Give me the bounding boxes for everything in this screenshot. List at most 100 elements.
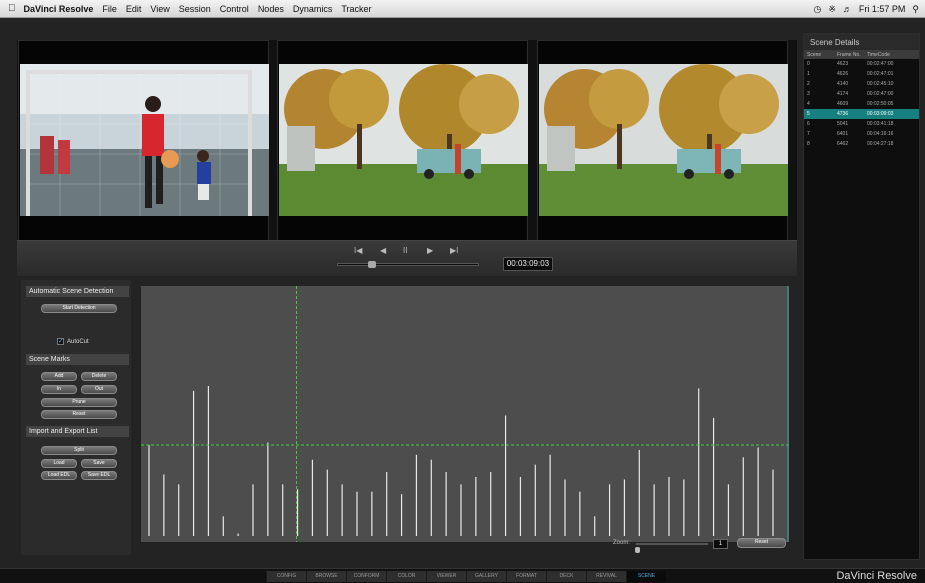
pause-button[interactable]: II	[403, 246, 407, 255]
menu-session[interactable]: Session	[179, 4, 211, 14]
tab-format[interactable]: FORMAT	[506, 571, 546, 582]
zoom-reset-button[interactable]: Reset	[737, 538, 786, 548]
frame-number: 6401	[837, 131, 849, 137]
scene-timecode: 00:04:16:16	[867, 131, 894, 137]
frame-number: 4736	[837, 111, 849, 117]
tab-browse[interactable]: BROWSE	[306, 571, 346, 582]
scene-detection-graph[interactable]	[141, 286, 789, 542]
scene-timecode: 00:03:41:18	[867, 121, 894, 127]
scene-row[interactable]: 3 4174 00:02:47:00	[804, 89, 919, 99]
viewer-previous[interactable]	[18, 40, 269, 248]
menu-view[interactable]: View	[150, 4, 169, 14]
menu-clock[interactable]: Fri 1:57 PM	[859, 4, 906, 14]
viewer-current[interactable]	[277, 40, 528, 248]
viewer-next[interactable]	[537, 40, 788, 248]
app-window: I◀ ◀ II ▶ ▶I 00:03:09:03 Scene Details S…	[0, 18, 925, 583]
scene-row[interactable]: 8 6462 00:04:27:18	[804, 139, 919, 149]
save-button[interactable]: Save	[81, 459, 117, 468]
reset-marks-button[interactable]: Reset	[41, 410, 117, 419]
bluetooth-icon[interactable]: ※	[828, 4, 836, 15]
scrubber-handle[interactable]	[368, 261, 376, 268]
zoom-slider[interactable]	[635, 543, 708, 553]
scene-row[interactable]: 0 4623 00:02:47:00	[804, 59, 919, 69]
playhead-scrubber[interactable]	[337, 261, 479, 268]
prune-button[interactable]: Prune	[41, 398, 117, 407]
brand-logo: DaVinci Resolve	[836, 570, 917, 582]
checkbox-check-icon[interactable]: ✓	[57, 338, 64, 345]
frame-number: 4609	[837, 101, 849, 107]
frame-number: 4174	[837, 91, 849, 97]
frame-truck-graded-image	[539, 64, 788, 216]
scene-number: 8	[807, 141, 810, 147]
save-edl-button[interactable]: Save EDL	[81, 471, 117, 480]
scene-timecode: 00:02:47:01	[867, 71, 894, 77]
frame-number: 4140	[837, 81, 849, 87]
tab-viewer[interactable]: VIEWER	[426, 571, 466, 582]
spotlight-search-icon[interactable]: ⚲	[912, 4, 919, 15]
menu-nodes[interactable]: Nodes	[258, 4, 284, 14]
viewer-strip	[17, 40, 797, 248]
col-frame[interactable]: Frame No.	[837, 52, 867, 58]
tab-config[interactable]: CONFIG	[266, 571, 306, 582]
delete-mark-button[interactable]: Delete	[81, 372, 117, 381]
go-to-start-button[interactable]: I◀	[354, 246, 362, 255]
tab-deck[interactable]: DECK	[546, 571, 586, 582]
menu-control[interactable]: Control	[220, 4, 249, 14]
frame-number: 4623	[837, 61, 849, 67]
frame-number: 4626	[837, 71, 849, 77]
scene-row[interactable]: 5 4736 00:03:09:03	[804, 109, 919, 119]
scene-row[interactable]: 2 4140 00:02:45:10	[804, 79, 919, 89]
scene-row[interactable]: 1 4626 00:02:47:01	[804, 69, 919, 79]
autocut-label: AutoCut	[67, 338, 89, 345]
apple-icon[interactable]: 	[8, 3, 16, 14]
tab-revival[interactable]: REVIVAL	[586, 571, 626, 582]
start-detection-button[interactable]: Start Detection	[41, 304, 117, 313]
frame-truck-image	[279, 64, 528, 216]
zoom-label: Zoom:	[613, 540, 631, 546]
scene-table-header: Scene Frame No. TimeCode	[804, 50, 919, 59]
scene-number: 6	[807, 121, 810, 127]
tab-conform[interactable]: CONFORM	[346, 571, 386, 582]
scene-timecode: 00:03:09:03	[867, 111, 894, 117]
col-timecode[interactable]: TimeCode	[867, 52, 917, 58]
mark-in-button[interactable]: In	[41, 385, 77, 394]
scene-row[interactable]: 6 5041 00:03:41:18	[804, 119, 919, 129]
menu-tracker[interactable]: Tracker	[341, 4, 371, 14]
transport-bar: I◀ ◀ II ▶ ▶I 00:03:09:03	[17, 240, 797, 276]
scene-details-panel: Scene Details Scene Frame No. TimeCode 0…	[803, 33, 920, 560]
scene-number: 0	[807, 61, 810, 67]
load-button[interactable]: Load	[41, 459, 77, 468]
step-back-button[interactable]: ◀	[380, 246, 386, 255]
zoom-value-field[interactable]: 1	[713, 539, 728, 549]
menu-dynamics[interactable]: Dynamics	[293, 4, 333, 14]
mark-out-button[interactable]: Out	[81, 385, 117, 394]
autocut-checkbox[interactable]: ✓ AutoCut	[57, 338, 89, 345]
menu-edit[interactable]: Edit	[126, 4, 142, 14]
split-button[interactable]: Split	[41, 446, 117, 455]
scene-table-body: 0 4623 00:02:47:00 1 4626 00:02:47:01 2 4140 00:…	[804, 59, 919, 149]
col-scene[interactable]: Scene	[807, 52, 837, 58]
menu-file[interactable]: File	[102, 4, 117, 14]
scene-row[interactable]: 7 6401 00:04:16:16	[804, 129, 919, 139]
load-edl-button[interactable]: Load EDL	[41, 471, 77, 480]
tab-color[interactable]: COLOR	[386, 571, 426, 582]
tab-scene[interactable]: SCENE	[626, 571, 666, 582]
menu-bar:  DaVinci Resolve File Edit View Session…	[0, 0, 925, 18]
add-mark-button[interactable]: Add	[41, 372, 77, 381]
scene-number: 4	[807, 101, 810, 107]
scene-timecode: 00:02:47:00	[867, 61, 894, 67]
time-machine-icon[interactable]: ◷	[813, 4, 821, 15]
tab-gallery[interactable]: GALLERY	[466, 571, 506, 582]
scene-number: 1	[807, 71, 810, 77]
scene-number: 2	[807, 81, 810, 87]
menu-app-name[interactable]: DaVinci Resolve	[24, 4, 94, 14]
import-export-header: Import and Export List	[26, 426, 129, 437]
go-to-end-button[interactable]: ▶I	[450, 246, 458, 255]
detection-chart[interactable]	[141, 286, 789, 542]
frame-number: 5041	[837, 121, 849, 127]
scene-row[interactable]: 4 4609 00:02:50:05	[804, 99, 919, 109]
volume-icon[interactable]: ♬	[843, 4, 852, 14]
play-button[interactable]: ▶	[427, 246, 433, 255]
zoom-control: Zoom: 1 Reset	[613, 538, 793, 553]
zoom-slider-handle[interactable]	[635, 547, 640, 553]
